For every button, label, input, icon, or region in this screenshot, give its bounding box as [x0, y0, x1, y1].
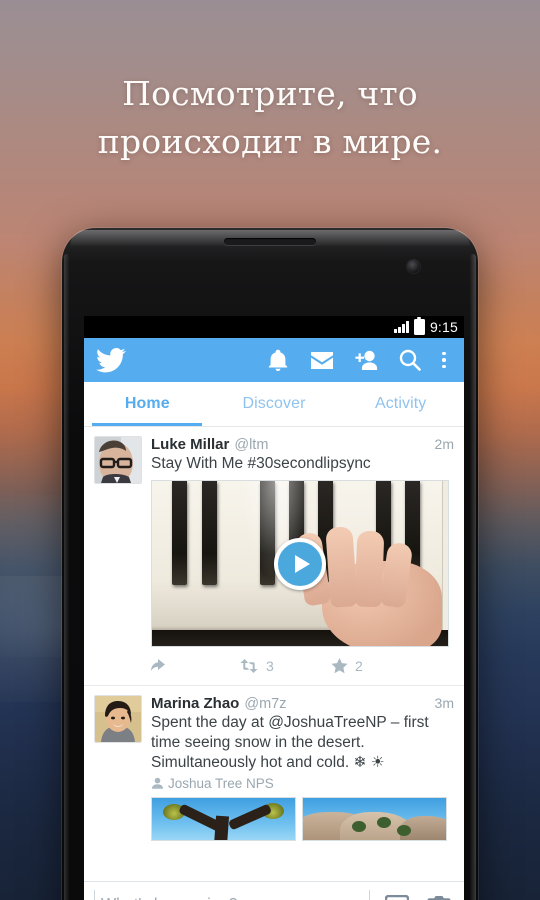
- twitter-app-bar: [84, 338, 464, 382]
- avatar[interactable]: [94, 436, 142, 484]
- phone-screen: 9:15 Home Discover Activity Luke Millar …: [84, 316, 464, 900]
- tweet-photo-grid: [151, 797, 447, 841]
- signal-bars-icon: [393, 321, 409, 333]
- reply-icon: [151, 659, 165, 671]
- tweet-author-handle[interactable]: @m7z: [244, 696, 286, 712]
- android-status-bar: 9:15: [84, 316, 464, 338]
- phone-left-edge-highlight: [64, 254, 69, 900]
- tweet-author-name[interactable]: Marina Zhao: [151, 695, 239, 712]
- phone-right-edge-highlight: [470, 254, 476, 900]
- tweet-item[interactable]: Marina Zhao @m7z 3m Spent the day at @Jo…: [84, 686, 464, 843]
- tweet-meta: Luke Millar @ltm 2m: [151, 436, 454, 453]
- tweet-author-name[interactable]: Luke Millar: [151, 436, 229, 453]
- tweet-photo-desert-rocks[interactable]: [302, 797, 447, 841]
- timeline-tab-bar: Home Discover Activity: [84, 382, 464, 427]
- home-timeline: Luke Millar @ltm 2m Stay With Me #30seco…: [84, 427, 464, 843]
- tab-discover-label: Discover: [242, 395, 306, 412]
- tweet-location-label: Joshua Tree NPS: [168, 776, 274, 791]
- messages-icon[interactable]: [300, 338, 344, 382]
- person-pin-icon: [152, 777, 163, 789]
- tab-activity-label: Activity: [374, 395, 427, 412]
- promo-headline: Посмотрите, что происходит в мире.: [0, 70, 540, 166]
- tweet-body: Luke Millar @ltm 2m Stay With Me #30seco…: [151, 436, 454, 685]
- tab-discover[interactable]: Discover: [211, 382, 338, 426]
- retweet-count: 3: [266, 658, 274, 674]
- retweet-icon: [240, 659, 258, 673]
- tweet-meta: Marina Zhao @m7z 3m: [151, 695, 454, 712]
- tweet-timestamp: 2m: [434, 436, 454, 452]
- tweet-item[interactable]: Luke Millar @ltm 2m Stay With Me #30seco…: [84, 427, 464, 686]
- tweet-video-thumbnail[interactable]: [151, 480, 449, 647]
- compose-bar: What's happening?: [84, 881, 464, 900]
- gallery-icon[interactable]: [382, 890, 412, 900]
- favorite-count: 2: [355, 658, 363, 674]
- favorite-button[interactable]: 2: [331, 658, 423, 674]
- tab-activity[interactable]: Activity: [337, 382, 464, 426]
- promo-headline-line-1: Посмотрите, что: [122, 74, 418, 113]
- compose-placeholder: What's happening?: [101, 896, 237, 900]
- tweet-actions: 3 2: [151, 649, 454, 683]
- tweet-text: Spent the day at @JoshuaTreeNP – first t…: [151, 714, 429, 771]
- play-icon[interactable]: [274, 537, 326, 590]
- tweet-text: Stay With Me #30secondlipsync: [151, 455, 371, 472]
- retweet-button[interactable]: 3: [239, 658, 331, 674]
- tweet-timestamp: 3m: [434, 695, 454, 711]
- overflow-menu-icon[interactable]: [432, 338, 456, 382]
- tweet-author-handle[interactable]: @ltm: [234, 437, 268, 453]
- tweet-location[interactable]: Joshua Tree NPS: [151, 776, 454, 791]
- tab-home[interactable]: Home: [84, 382, 211, 426]
- phone-front-camera: [407, 260, 420, 273]
- tweet-body: Marina Zhao @m7z 3m Spent the day at @Jo…: [151, 695, 454, 843]
- promo-headline-line-2: происходит в мире.: [97, 122, 443, 161]
- add-person-icon[interactable]: [344, 338, 388, 382]
- compose-input[interactable]: What's happening?: [94, 889, 370, 900]
- avatar[interactable]: [94, 695, 142, 743]
- notifications-icon[interactable]: [256, 338, 300, 382]
- tab-home-label: Home: [124, 395, 170, 412]
- reply-button[interactable]: [151, 659, 239, 673]
- tweet-photo-joshua-tree[interactable]: [151, 797, 296, 841]
- phone-earpiece-speaker: [224, 238, 316, 245]
- twitter-bird-icon[interactable]: [96, 347, 126, 373]
- battery-icon: [413, 316, 425, 335]
- search-icon[interactable]: [388, 338, 432, 382]
- phone-device-mockup: 9:15 Home Discover Activity Luke Millar …: [62, 228, 478, 900]
- star-icon: [331, 658, 348, 674]
- status-bar-clock: 9:15: [429, 319, 458, 335]
- camera-icon[interactable]: [424, 890, 454, 900]
- active-tab-indicator: [92, 423, 202, 426]
